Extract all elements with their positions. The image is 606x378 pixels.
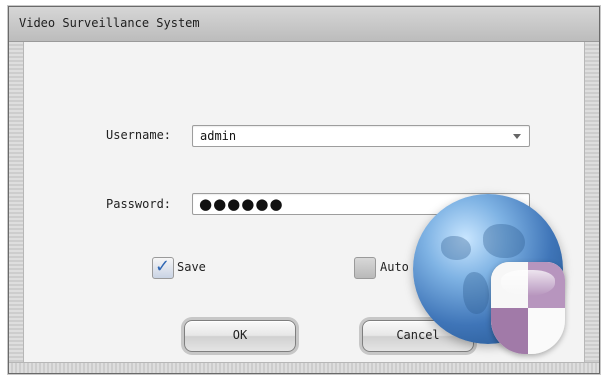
globe-shield-icon bbox=[413, 194, 583, 364]
window-title: Video Surveillance System bbox=[19, 16, 200, 30]
username-label: Username: bbox=[106, 128, 172, 142]
username-dropdown[interactable]: admin bbox=[192, 125, 530, 147]
ok-button[interactable]: OK bbox=[184, 320, 296, 352]
password-mask: ●●●●●● bbox=[199, 195, 284, 213]
ok-button-label: OK bbox=[232, 328, 248, 342]
shield-icon bbox=[491, 262, 565, 354]
left-frame bbox=[9, 42, 24, 373]
save-checkbox[interactable]: ✓ bbox=[152, 256, 174, 279]
auto-checkbox[interactable] bbox=[354, 257, 376, 279]
login-window: Video Surveillance System Username: admi… bbox=[8, 6, 600, 374]
right-frame bbox=[584, 42, 599, 373]
password-label: Password: bbox=[106, 197, 172, 211]
checkmark-icon: ✓ bbox=[155, 256, 171, 277]
username-value: admin bbox=[200, 129, 237, 143]
auto-label: Auto bbox=[380, 260, 409, 274]
title-bar: Video Surveillance System bbox=[9, 7, 599, 42]
chevron-down-icon[interactable] bbox=[513, 134, 521, 139]
save-label: Save bbox=[177, 260, 206, 274]
